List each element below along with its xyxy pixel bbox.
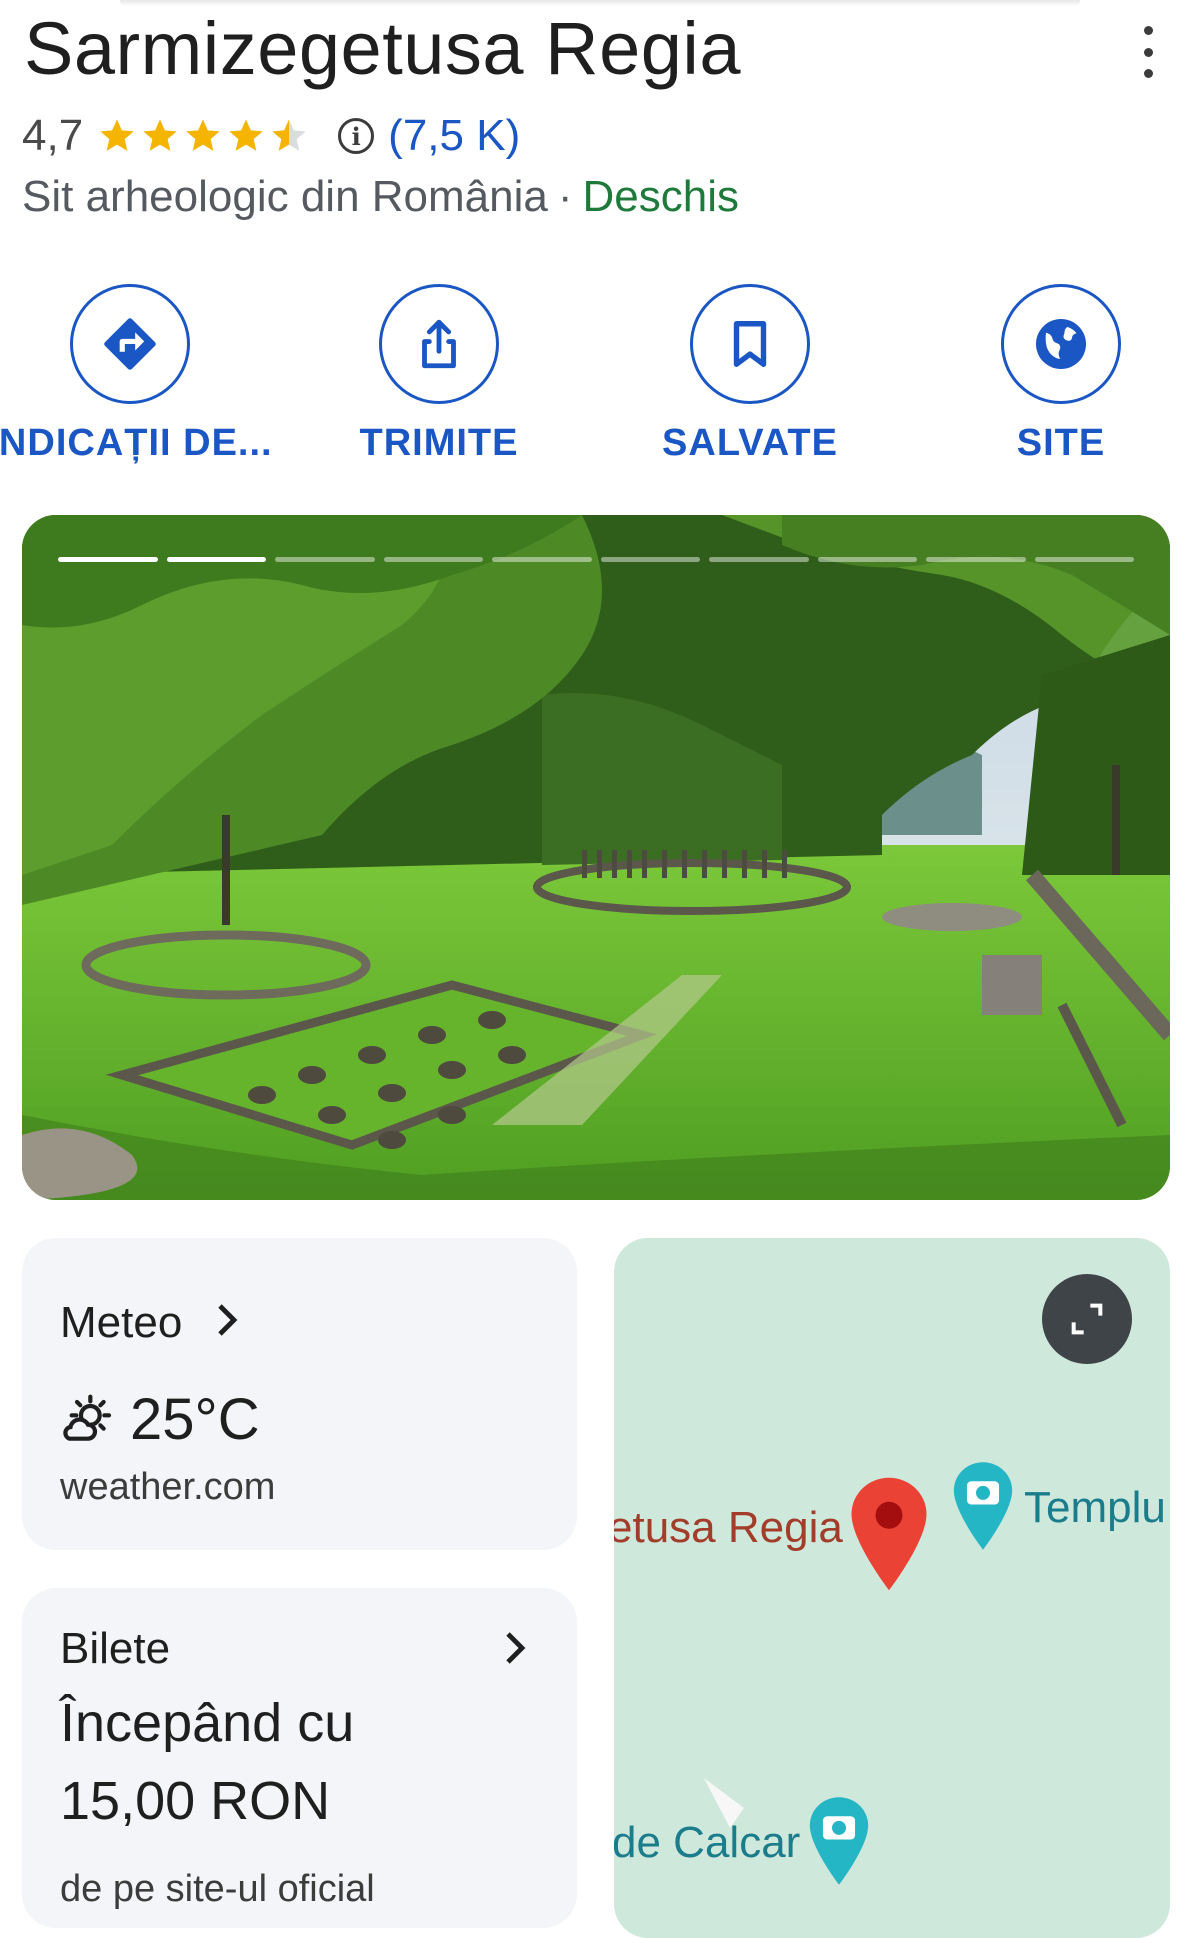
- photo-progress-segment: [383, 557, 483, 562]
- directions-label: INDICAȚII DE...: [0, 422, 273, 464]
- photo-progress-segment: [492, 557, 592, 562]
- tickets-card[interactable]: Bilete Începând cu 15,00 RON de pe site-…: [22, 1588, 577, 1928]
- directions-icon: [70, 284, 190, 404]
- website-button[interactable]: SITE: [901, 284, 1187, 484]
- review-count-link[interactable]: (7,5 K): [388, 111, 520, 161]
- weather-title: Meteo: [60, 1298, 183, 1347]
- place-category: Sit arheologic din România: [22, 172, 548, 221]
- photo-progress-segment: [817, 557, 917, 562]
- partly-sunny-icon: [63, 1394, 112, 1441]
- map-pin-icon[interactable]: [844, 1474, 934, 1594]
- photo-progress-segment: [58, 557, 158, 562]
- subtitle-separator: ·: [557, 172, 573, 221]
- open-status: Deschis: [582, 172, 740, 221]
- tickets-price-prefix: Începând cu: [60, 1693, 355, 1753]
- tickets-source: de pe site-ul oficial: [60, 1868, 375, 1910]
- star-icon: [229, 119, 263, 151]
- website-label: SITE: [1016, 422, 1106, 464]
- photo-poi-icon[interactable]: [804, 1793, 874, 1889]
- photo-progress-segment: [926, 557, 1026, 562]
- photo-progress-segment: [600, 557, 700, 562]
- temperature: 25°C: [130, 1387, 260, 1452]
- directions-button[interactable]: INDICAȚII DE...: [0, 284, 290, 484]
- star-icon: [143, 119, 177, 151]
- weather-card[interactable]: Meteo 25°C weather.com: [22, 1238, 577, 1550]
- info-icon[interactable]: i: [338, 118, 375, 154]
- star-icon: [186, 119, 220, 151]
- expand-icon: [1071, 1303, 1103, 1335]
- landscape-photo: [22, 515, 1170, 1200]
- tickets-price: 15,00 RON: [60, 1771, 331, 1831]
- weather-source: weather.com: [60, 1466, 276, 1508]
- photo-progress-segment: [275, 557, 375, 562]
- photo-progress: [58, 557, 1134, 563]
- photo-progress-segment: [1034, 557, 1134, 562]
- chevron-right-icon: [218, 1304, 238, 1336]
- map-place-label: etusa Regia: [614, 1503, 843, 1552]
- map-poi-label-calcar[interactable]: de Calcar: [614, 1818, 800, 1868]
- map-preview[interactable]: etusa Regia Templu de Calcar: [614, 1238, 1170, 1938]
- globe-icon: [1001, 284, 1121, 404]
- photo-poi-icon[interactable]: [948, 1458, 1018, 1554]
- photo-progress-segment: [166, 557, 266, 562]
- share-icon: [379, 284, 499, 404]
- more-options-icon[interactable]: [1128, 26, 1168, 78]
- rating-stars: [97, 116, 312, 156]
- tickets-title: Bilete: [60, 1624, 171, 1673]
- place-title: Sarmizegetusa Regia: [24, 7, 741, 90]
- save-label: SALVATE: [662, 422, 838, 464]
- share-label: TRIMITE: [359, 422, 519, 464]
- half-star-icon: [272, 119, 306, 151]
- share-button[interactable]: TRIMITE: [279, 284, 599, 484]
- map-poi-label-templu[interactable]: Templu: [1024, 1483, 1166, 1533]
- chevron-right-icon: [506, 1632, 526, 1664]
- weather-current: 25°C: [60, 1386, 260, 1453]
- bookmark-icon: [690, 284, 810, 404]
- star-icon: [100, 119, 134, 151]
- rating-value: 4,7: [22, 111, 84, 160]
- place-subtitle: Sit arheologic din România · Deschis: [22, 172, 739, 222]
- expand-map-button[interactable]: [1042, 1274, 1132, 1364]
- save-button[interactable]: SALVATE: [590, 284, 910, 484]
- rating-row: 4,7 i (7,5 K): [22, 108, 520, 164]
- place-photo-carousel[interactable]: [22, 515, 1170, 1200]
- photo-progress-segment: [709, 557, 809, 562]
